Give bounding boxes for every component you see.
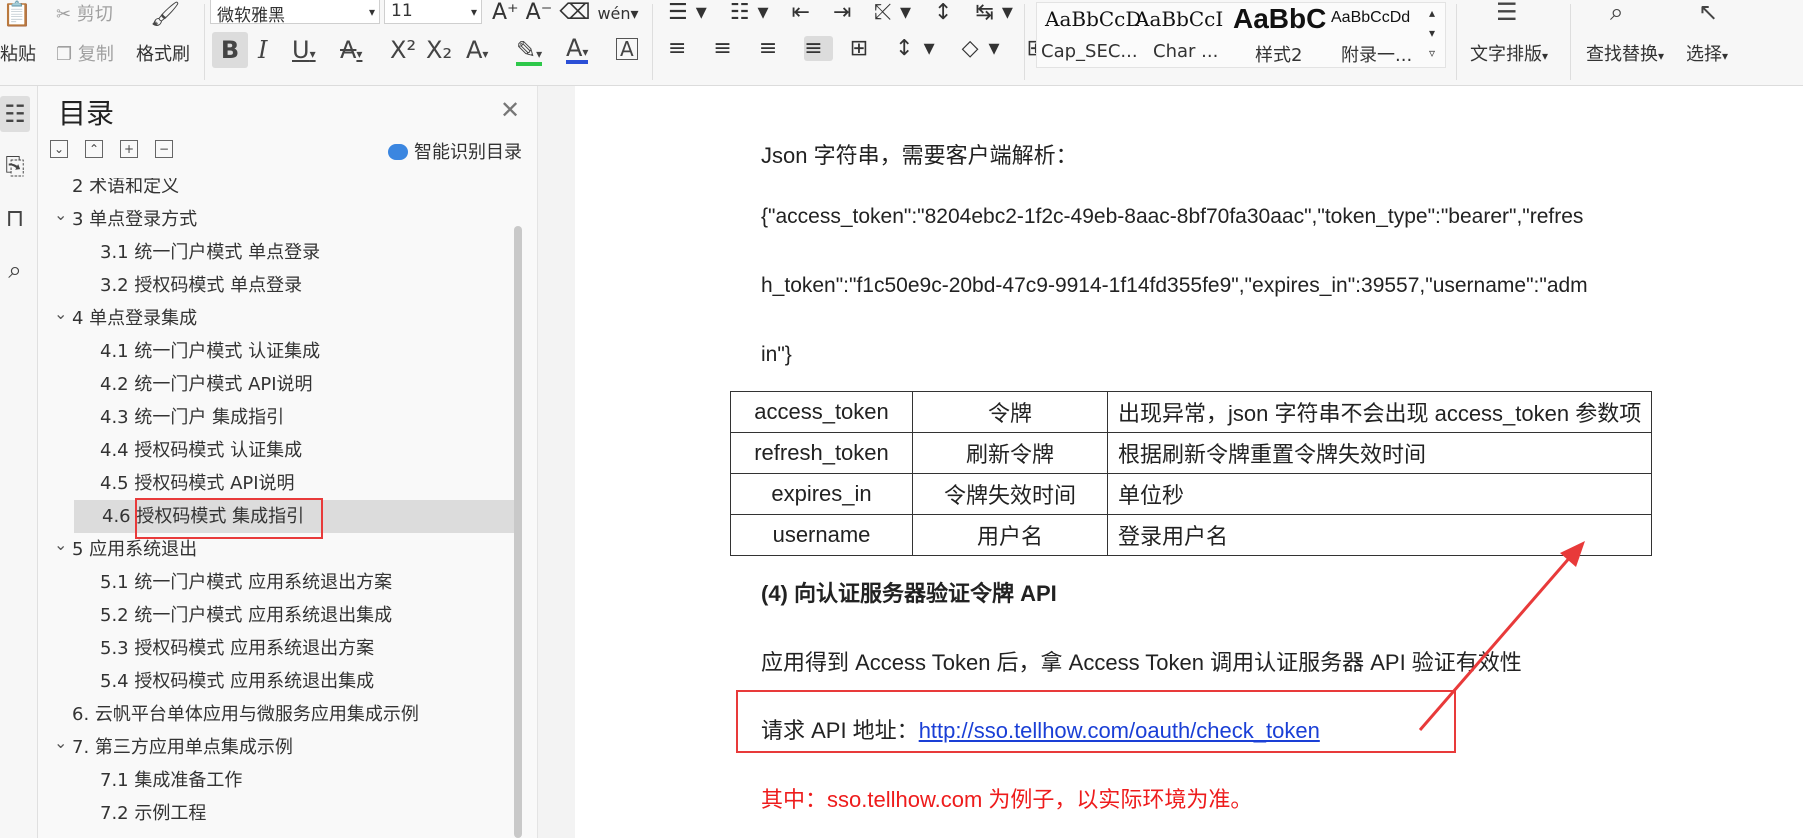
arrow-line bbox=[1418, 547, 1580, 731]
annotation-arrow bbox=[1418, 541, 1585, 731]
